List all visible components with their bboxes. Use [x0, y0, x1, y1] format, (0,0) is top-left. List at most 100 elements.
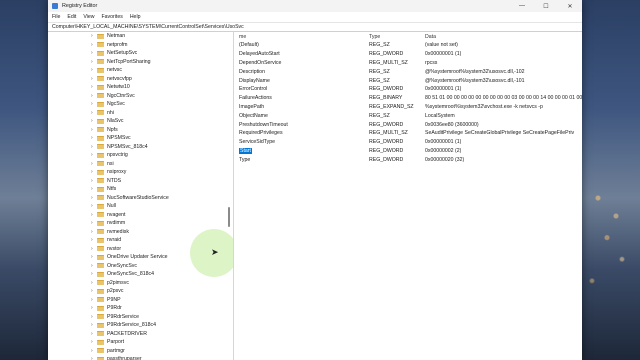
values-header: me Type Data	[234, 32, 582, 41]
value-row[interactable]: ImagePath REG_EXPAND_SZ %systemroot%\syste…	[234, 103, 582, 112]
tree-item[interactable]: › netvscvfpp	[48, 75, 233, 84]
tree-item[interactable]: › PACKETDRIVER	[48, 330, 233, 339]
tree-item-label: passthruparser	[107, 356, 142, 360]
key-tree-pane[interactable]: › Netman › netprofm › NetSetupSvc › NetTcpPortS…	[48, 32, 234, 360]
tree-item[interactable]: › p2psvc	[48, 287, 233, 296]
value-row[interactable]: ServiceSidType REG_DWORD 0x00000001 (1)	[234, 138, 582, 147]
value-row[interactable]: (Default) REG_SZ (value not set)	[234, 41, 582, 50]
tree-item[interactable]: › Ntfs	[48, 185, 233, 194]
tree-item[interactable]: › nvdimm	[48, 219, 233, 228]
value-type: REG_DWORD	[369, 51, 404, 58]
tree-item-label: netprofm	[107, 41, 128, 48]
menu-file[interactable]: File	[52, 14, 60, 20]
folder-icon	[97, 76, 104, 82]
tree-item[interactable]: › npsvctrig	[48, 151, 233, 160]
value-type: REG_DWORD	[369, 86, 404, 93]
value-row[interactable]: Start REG_DWORD 0x00000002 (2)	[234, 147, 582, 156]
value-row[interactable]: PreshutdownTimeout REG_DWORD 0x0036ee80 (3…	[234, 120, 582, 129]
value-row[interactable]: ObjectName REG_SZ LocalSystem	[234, 111, 582, 120]
registry-editor-window: Registry Editor — ☐ ✕ File Edit View Fav…	[48, 0, 582, 360]
tree-item[interactable]: › Netwtw10	[48, 83, 233, 92]
tree-scrollbar[interactable]	[228, 207, 230, 227]
value-data: 0x00000001 (1)	[425, 86, 462, 93]
value-row[interactable]: RequiredPrivileges REG_MULTI_SZ SeAuditPri…	[234, 129, 582, 138]
tree-item-label: NetTcpPortSharing	[107, 58, 151, 65]
folder-icon	[97, 237, 104, 243]
tree-item-label: nvdimm	[107, 220, 126, 227]
tree-item[interactable]: › Parport	[48, 338, 233, 347]
folder-icon	[97, 161, 104, 167]
column-name-header[interactable]: me	[239, 34, 369, 40]
folder-icon	[97, 305, 104, 311]
tree-item[interactable]: › NetTcpPortSharing	[48, 58, 233, 67]
folder-icon	[97, 288, 104, 294]
folder-icon	[97, 203, 104, 209]
tree-item[interactable]: › partmgr	[48, 347, 233, 356]
tree-item[interactable]: › NPSMSvc_818c4	[48, 143, 233, 152]
tree-item[interactable]: › netprofm	[48, 41, 233, 50]
value-row[interactable]: DependOnService REG_MULTI_SZ rpcss	[234, 59, 582, 68]
tree-item[interactable]: › nvagent	[48, 211, 233, 220]
tree-item[interactable]: › NucSoftwareStudioService	[48, 194, 233, 203]
tree-item[interactable]: › nhi	[48, 109, 233, 118]
menu-bar: File Edit View Favorites Help	[48, 12, 582, 22]
tree-item-label: nvagent	[107, 211, 126, 218]
value-row[interactable]: ErrorControl REG_DWORD 0x00000001 (1)	[234, 85, 582, 94]
folder-icon	[97, 67, 104, 73]
tree-item[interactable]: › P9Rdr	[48, 304, 233, 313]
folder-icon	[97, 229, 104, 235]
tree-item[interactable]: › NetSetupSvc	[48, 49, 233, 58]
folder-icon	[97, 322, 104, 328]
folder-icon	[97, 93, 104, 99]
column-data-header[interactable]: Data	[425, 34, 582, 40]
folder-icon	[97, 144, 104, 150]
menu-view[interactable]: View	[83, 14, 94, 20]
tree-item-label: NetSetupSvc	[107, 50, 138, 57]
value-row[interactable]: DisplayName REG_SZ @%systemroot%\system32\…	[234, 76, 582, 85]
tree-item[interactable]: › NgcCtnrSvc	[48, 92, 233, 101]
folder-icon	[97, 50, 104, 56]
tree-item[interactable]: › nsiproxy	[48, 168, 233, 177]
tree-item[interactable]: › Null	[48, 202, 233, 211]
tree-item[interactable]: › NTDS	[48, 177, 233, 186]
tree-item-label: nsi	[107, 160, 114, 167]
tree-item[interactable]: › P9RdrService_818c4	[48, 321, 233, 330]
folder-icon	[97, 84, 104, 90]
folder-icon	[97, 348, 104, 354]
minimize-button[interactable]: —	[510, 0, 534, 12]
tree-item[interactable]: › Netman	[48, 32, 233, 41]
folder-icon	[97, 101, 104, 107]
tree-item[interactable]: › p2pimsvc	[48, 279, 233, 288]
value-name: ErrorControl	[239, 86, 268, 93]
value-row[interactable]: Type REG_DWORD 0x00000020 (32)	[234, 155, 582, 164]
tree-item[interactable]: › NlaSvc	[48, 117, 233, 126]
tree-item[interactable]: › netvsc	[48, 66, 233, 75]
value-row[interactable]: Description REG_SZ @%systemroot%\system32\…	[234, 67, 582, 76]
menu-favorites[interactable]: Favorites	[101, 14, 122, 20]
values-pane[interactable]: me Type Data (Default) REG_SZ (value not s…	[234, 32, 582, 360]
close-button[interactable]: ✕	[558, 0, 582, 12]
tree-item[interactable]: › nsi	[48, 160, 233, 169]
value-type: REG_DWORD	[369, 156, 404, 163]
tree-item[interactable]: › Npfs	[48, 126, 233, 135]
tree-item-label: Npfs	[107, 126, 118, 133]
tree-item[interactable]: › NgcSvc	[48, 100, 233, 109]
value-name: (Default)	[239, 42, 259, 49]
tree-item[interactable]: › P9NP	[48, 296, 233, 305]
value-name: ObjectName	[239, 112, 268, 119]
value-name: ServiceSidType	[239, 139, 276, 146]
tree-item[interactable]: › NPSMSvc	[48, 134, 233, 143]
menu-edit[interactable]: Edit	[67, 14, 76, 20]
tree-item-label: NucSoftwareStudioService	[107, 194, 169, 201]
column-type-header[interactable]: Type	[369, 34, 425, 40]
address-bar[interactable]: Computer\HKEY_LOCAL_MACHINE\SYSTEM\Curre…	[48, 22, 582, 32]
menu-help[interactable]: Help	[130, 14, 141, 20]
tree-item[interactable]: › passthruparser	[48, 355, 233, 360]
tree-item-label: Ntfs	[107, 186, 117, 193]
folder-icon	[97, 339, 104, 345]
maximize-button[interactable]: ☐	[534, 0, 558, 12]
value-data: (value not set)	[425, 42, 458, 49]
value-row[interactable]: DelayedAutoStart REG_DWORD 0x00000001 (1)	[234, 50, 582, 59]
tree-item[interactable]: › P9RdrService	[48, 313, 233, 322]
value-row[interactable]: FailureActions REG_BINARY 80 51 01 00 00 0…	[234, 94, 582, 103]
